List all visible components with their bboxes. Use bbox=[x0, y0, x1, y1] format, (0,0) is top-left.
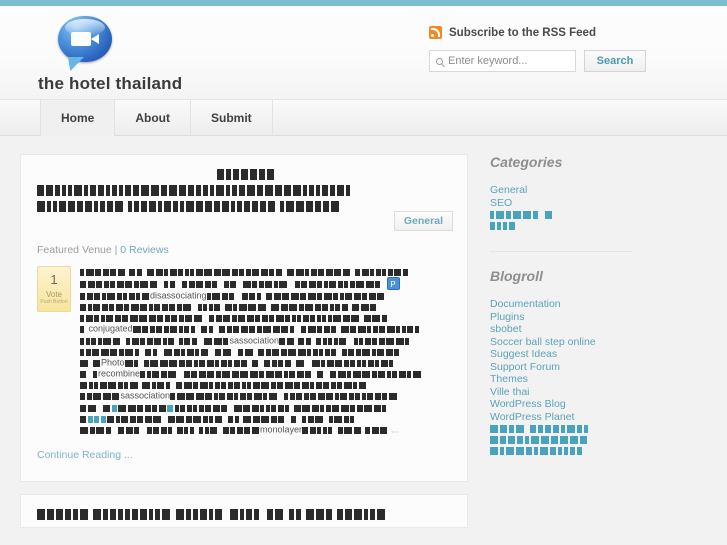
vote-sub-label: Push Button bbox=[40, 299, 68, 305]
sidebar-item-general[interactable]: General bbox=[490, 184, 632, 197]
post-reviews-link[interactable]: 0 Reviews bbox=[120, 244, 168, 256]
post-text-redacted: Pdisassociating conjugated sassociation Pho… bbox=[80, 266, 451, 435]
search-row: Enter keyword... Search bbox=[429, 50, 689, 72]
video-chat-bubble-icon bbox=[58, 16, 112, 68]
sidebar-categories: Categories General SEO bbox=[490, 154, 632, 231]
redacted-link[interactable] bbox=[490, 445, 632, 456]
leaked-word: recombine bbox=[98, 368, 141, 379]
post-text-line: monolayer ... bbox=[80, 424, 451, 435]
selection-marker-icon[interactable]: P bbox=[386, 277, 400, 290]
search-placeholder: Enter keyword... bbox=[448, 55, 528, 67]
post-item-next bbox=[20, 493, 468, 528]
post-text-line bbox=[80, 346, 451, 357]
post-meta: Featured Venue | 0 Reviews bbox=[37, 244, 451, 256]
post-category-tag[interactable]: General bbox=[393, 211, 453, 231]
post-text-line bbox=[80, 266, 451, 277]
sidebar-item-plugins[interactable]: Plugins bbox=[490, 311, 632, 324]
leaked-word: monolayer bbox=[260, 423, 303, 434]
categories-title: Categories bbox=[490, 154, 563, 170]
post-text-line: sassociation bbox=[80, 390, 451, 401]
text-ellipsis: ... bbox=[388, 423, 399, 434]
rss-icon bbox=[429, 26, 442, 39]
sidebar-item-sbobet[interactable]: sbobet bbox=[490, 323, 632, 336]
vote-button[interactable]: 1 Vote Push Button bbox=[37, 266, 71, 312]
site-header: the hotel thailand Subscribe to the RSS … bbox=[0, 6, 727, 100]
redacted-link[interactable] bbox=[490, 220, 632, 231]
redacted-link[interactable] bbox=[490, 209, 632, 220]
vote-count: 1 bbox=[50, 272, 58, 287]
brand[interactable]: the hotel thailand bbox=[38, 16, 268, 94]
sidebar-item-seo[interactable]: SEO bbox=[490, 197, 632, 210]
post-title-redacted[interactable] bbox=[37, 169, 451, 214]
rss-subscribe-link[interactable]: Subscribe to the RSS Feed bbox=[429, 26, 689, 39]
post-text-line bbox=[80, 312, 451, 323]
site-title: the hotel thailand bbox=[38, 74, 183, 93]
post-body: 1 Vote Push Button Pdisassociating conjug… bbox=[37, 266, 451, 435]
post-text-line: conjugated bbox=[80, 323, 451, 334]
nav-item-home[interactable]: Home bbox=[40, 100, 116, 136]
post-text-line bbox=[80, 413, 451, 424]
leaked-word: sassociation bbox=[229, 334, 280, 345]
continue-reading-link[interactable]: Continue Reading ... bbox=[37, 449, 133, 461]
nav-item-submit[interactable]: Submit bbox=[191, 100, 273, 136]
search-button[interactable]: Search bbox=[584, 50, 646, 72]
leaked-word: Photo bbox=[101, 357, 125, 368]
sidebar-item-suggest-ideas[interactable]: Suggest Ideas bbox=[490, 348, 632, 361]
post-text-line: P bbox=[80, 277, 451, 290]
sidebar-item-ville-thai[interactable]: Ville thai bbox=[490, 386, 632, 399]
redacted-link[interactable] bbox=[490, 423, 632, 434]
post-text-line: Photo bbox=[80, 357, 451, 368]
post-text-line: recombine bbox=[80, 368, 451, 379]
search-icon bbox=[436, 57, 443, 65]
rss-label: Subscribe to the RSS Feed bbox=[449, 26, 596, 39]
post-text-line: disassociating bbox=[80, 290, 451, 301]
header-right: Subscribe to the RSS Feed Enter keyword.… bbox=[429, 26, 689, 72]
leaked-word: disassociating bbox=[150, 290, 207, 301]
leaked-word: sassociation bbox=[120, 390, 171, 401]
sidebar: Categories General SEO Blogroll Document… bbox=[482, 154, 632, 543]
redacted-link[interactable] bbox=[490, 434, 632, 445]
blogroll-title: Blogroll bbox=[490, 268, 543, 284]
content-column: General Featured Venue | 0 Reviews 1 Vot… bbox=[20, 154, 468, 543]
blogroll-redacted-links[interactable] bbox=[490, 423, 632, 456]
post-text-line bbox=[80, 301, 451, 312]
post-text-line bbox=[80, 379, 451, 390]
sidebar-item-themes[interactable]: Themes bbox=[490, 373, 632, 386]
main-navigation: Home About Submit bbox=[0, 100, 727, 136]
post-meta-prefix: Featured Venue | bbox=[37, 244, 121, 256]
sidebar-item-wordpress-planet[interactable]: WordPress Planet bbox=[490, 411, 632, 424]
leaked-word: conjugated bbox=[88, 323, 133, 334]
sidebar-blogroll: Blogroll Documentation Plugins sbobet So… bbox=[490, 251, 632, 456]
sidebar-item-wordpress-blog[interactable]: WordPress Blog bbox=[490, 398, 632, 411]
vote-label: Vote bbox=[45, 290, 62, 299]
post-text-line: sassociation bbox=[80, 335, 451, 346]
page-body: General Featured Venue | 0 Reviews 1 Vot… bbox=[0, 136, 727, 543]
sidebar-item-soccer-ball-step-online[interactable]: Soccer ball step online bbox=[490, 336, 632, 349]
categories-redacted-links[interactable] bbox=[490, 209, 632, 231]
post-text-line bbox=[80, 402, 451, 413]
sidebar-item-documentation[interactable]: Documentation bbox=[490, 298, 632, 311]
search-input[interactable]: Enter keyword... bbox=[429, 50, 576, 72]
nav-item-about[interactable]: About bbox=[115, 100, 191, 136]
post-item: General Featured Venue | 0 Reviews 1 Vot… bbox=[20, 154, 468, 482]
sidebar-item-support-forum[interactable]: Support Forum bbox=[490, 361, 632, 374]
